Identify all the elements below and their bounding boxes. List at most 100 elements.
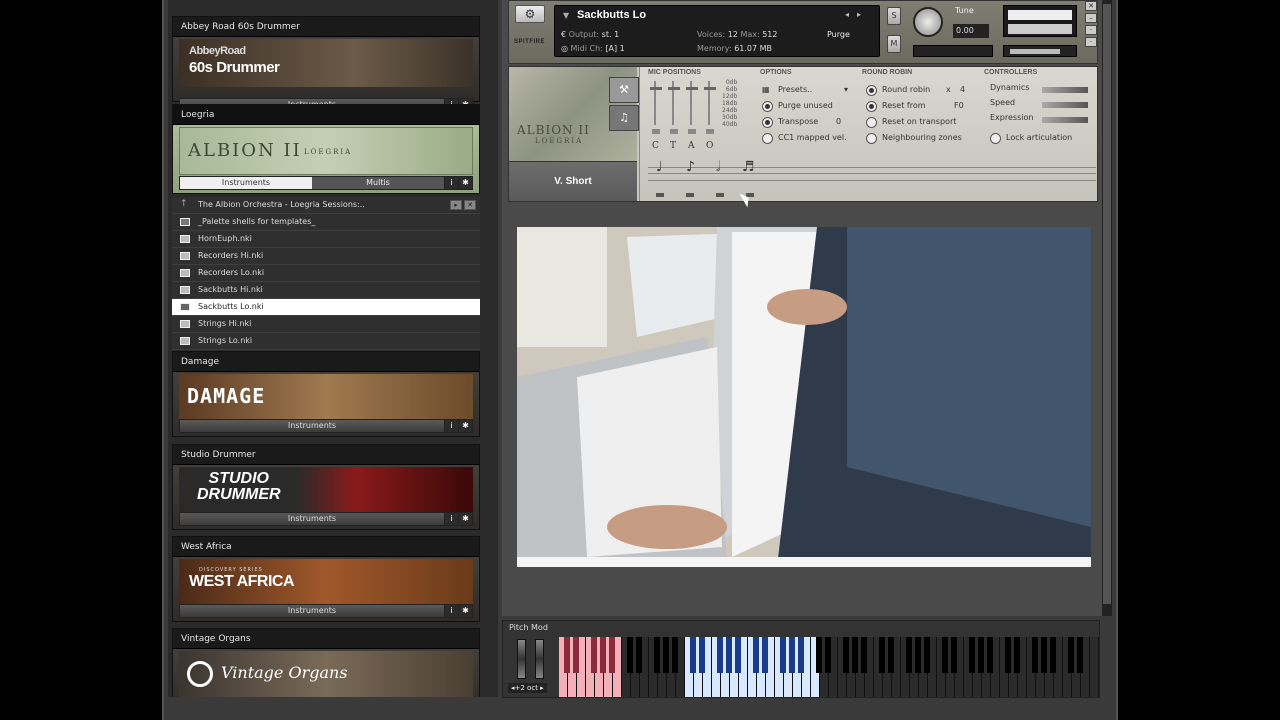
- purge-button[interactable]: Purge: [827, 30, 850, 39]
- transpose-radio[interactable]: [762, 117, 773, 128]
- piano-white-key[interactable]: [1090, 637, 1099, 697]
- piano-white-key[interactable]: [649, 637, 660, 697]
- piano-black-key[interactable]: [924, 637, 930, 673]
- piano-black-key[interactable]: [753, 637, 759, 673]
- file-list-item[interactable]: HornEuph.nki: [172, 231, 480, 248]
- piano-black-key[interactable]: [699, 637, 705, 673]
- aux-icon[interactable]: ·: [1085, 25, 1097, 35]
- multis-tab[interactable]: Multis: [312, 177, 444, 189]
- piano-white-key[interactable]: [1063, 637, 1074, 697]
- piano-black-key[interactable]: [816, 637, 822, 673]
- info-icon[interactable]: i: [444, 605, 458, 617]
- library-studio-drummer[interactable]: Studio Drummer STUDIO DRUMMER Instrument…: [172, 444, 480, 530]
- library-banner[interactable]: AbbeyRoad 60s Drummer: [179, 39, 473, 87]
- piano-white-key[interactable]: [838, 637, 849, 697]
- transpose-value[interactable]: 0: [836, 117, 841, 126]
- max-value[interactable]: 512: [762, 30, 777, 39]
- piano-black-key[interactable]: [969, 637, 975, 673]
- piano-black-key[interactable]: [942, 637, 948, 673]
- minimize-icon[interactable]: –: [1085, 13, 1097, 23]
- piano-black-key[interactable]: [1032, 637, 1038, 673]
- piano-keyboard[interactable]: [559, 637, 1099, 697]
- piano-black-key[interactable]: [1014, 637, 1020, 673]
- note-icon[interactable]: ♬: [742, 159, 755, 175]
- library-abbey-road[interactable]: Abbey Road 60s Drummer AbbeyRoad 60s Dru…: [172, 16, 480, 112]
- notes-tab-icon[interactable]: ♫: [609, 105, 639, 131]
- piano-black-key[interactable]: [978, 637, 984, 673]
- piano-black-key[interactable]: [915, 637, 921, 673]
- library-banner[interactable]: ALBION II LOEGRIA: [179, 127, 473, 175]
- midi-row[interactable]: ◎ Midi Ch: [A] 1: [561, 44, 625, 53]
- dropdown-arrow-icon[interactable]: ▾: [844, 85, 848, 94]
- neighbouring-radio[interactable]: [866, 133, 877, 144]
- piano-white-key[interactable]: [1000, 637, 1011, 697]
- library-damage[interactable]: Damage DAMAGE Instruments i ✱: [172, 351, 480, 437]
- piano-black-key[interactable]: [861, 637, 867, 673]
- view-toggle-icon[interactable]: ▸: [450, 200, 462, 210]
- output-row[interactable]: € Output: st. 1: [561, 30, 619, 39]
- piano-white-key[interactable]: [964, 637, 975, 697]
- round-robin-value[interactable]: 4: [960, 85, 965, 94]
- dynamics-slider[interactable]: [1042, 87, 1088, 93]
- articulation-select[interactable]: [686, 193, 694, 197]
- mic-toggle[interactable]: [688, 129, 696, 134]
- piano-black-key[interactable]: [888, 637, 894, 673]
- instrument-nav-arrows[interactable]: ◂▸: [845, 10, 869, 19]
- rack-scrollbar-thumb[interactable]: [1103, 4, 1111, 604]
- piano-black-key[interactable]: [951, 637, 957, 673]
- piano-white-key[interactable]: [1027, 637, 1038, 697]
- piano-black-key[interactable]: [600, 637, 606, 673]
- pitch-wheel[interactable]: [517, 639, 526, 679]
- piano-black-key[interactable]: [672, 637, 678, 673]
- cc1-radio[interactable]: [762, 133, 773, 144]
- piano-black-key[interactable]: [1068, 637, 1074, 673]
- speed-slider[interactable]: [1042, 102, 1088, 108]
- piano-black-key[interactable]: [1041, 637, 1047, 673]
- piano-black-key[interactable]: [987, 637, 993, 673]
- library-loegria[interactable]: Loegria ALBION II LOEGRIA Instruments Mu…: [172, 104, 480, 194]
- close-icon[interactable]: ✕: [464, 200, 476, 210]
- piano-white-key[interactable]: [622, 637, 633, 697]
- piano-black-key[interactable]: [717, 637, 723, 673]
- tune-value[interactable]: 0.00: [953, 24, 989, 38]
- file-list-item[interactable]: Sackbutts Hi.nki: [172, 282, 480, 299]
- file-list-item[interactable]: Recorders Hi.nki: [172, 248, 480, 265]
- gear-icon[interactable]: ✱: [458, 420, 472, 432]
- lock-art-radio[interactable]: [990, 133, 1001, 144]
- presets-dropdown[interactable]: Presets..: [778, 85, 812, 94]
- piano-black-key[interactable]: [627, 637, 633, 673]
- mic-fader-t[interactable]: [668, 81, 682, 125]
- note-icon[interactable]: 𝅗𝅥: [716, 159, 720, 175]
- pan-slider[interactable]: [913, 45, 993, 57]
- reset-from-radio[interactable]: [866, 101, 877, 112]
- piano-black-key[interactable]: [852, 637, 858, 673]
- library-vintage-organs[interactable]: Vintage Organs Vintage Organs: [172, 628, 480, 697]
- instruments-button[interactable]: Instruments: [180, 513, 444, 525]
- reset-transport-radio[interactable]: [866, 117, 877, 128]
- instruments-button[interactable]: Instruments: [180, 420, 444, 432]
- piano-black-key[interactable]: [798, 637, 804, 673]
- file-list-item[interactable]: _Palette shells for templates_: [172, 214, 480, 231]
- volume-slider[interactable]: [1003, 45, 1077, 57]
- instruments-tab[interactable]: Instruments: [180, 177, 312, 189]
- gear-icon[interactable]: ✱: [458, 605, 472, 617]
- instruments-button[interactable]: Instruments: [180, 605, 444, 617]
- pv-icon[interactable]: ·: [1085, 37, 1097, 47]
- library-west-africa[interactable]: West Africa DISCOVERY SERIES WEST AFRICA…: [172, 536, 480, 622]
- piano-black-key[interactable]: [573, 637, 579, 673]
- reset-from-value[interactable]: F0: [954, 101, 964, 110]
- piano-black-key[interactable]: [1050, 637, 1056, 673]
- piano-black-key[interactable]: [762, 637, 768, 673]
- round-robin-radio[interactable]: [866, 85, 877, 96]
- piano-black-key[interactable]: [609, 637, 615, 673]
- collapse-arrow-icon[interactable]: ▼: [563, 11, 569, 20]
- mic-fader-o[interactable]: [704, 81, 718, 125]
- gear-icon[interactable]: ✱: [458, 177, 472, 189]
- piano-black-key[interactable]: [564, 637, 570, 673]
- instrument-name[interactable]: Sackbutts Lo: [577, 9, 646, 21]
- piano-black-key[interactable]: [843, 637, 849, 673]
- piano-white-key[interactable]: [712, 637, 723, 697]
- articulation-select[interactable]: [656, 193, 664, 197]
- info-icon[interactable]: i: [444, 177, 458, 189]
- piano-black-key[interactable]: [879, 637, 885, 673]
